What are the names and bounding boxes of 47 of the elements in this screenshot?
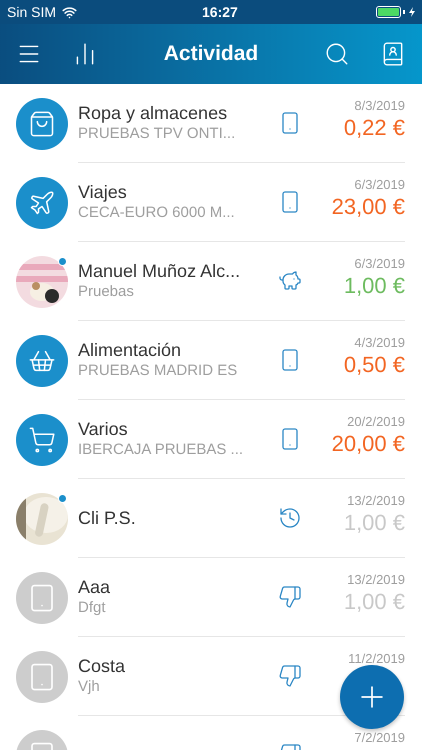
thumbs-down-icon [278, 664, 302, 688]
transaction-date: 6/3/2019 [354, 176, 405, 193]
clock-time: 16:27 [202, 2, 238, 22]
transaction-title: Aaa [78, 576, 112, 598]
transaction-row[interactable]: Alimentación PRUEBAS MADRID ES 4/3/2019 0,50 € [0, 321, 422, 400]
transaction-amount: 0,50 € [344, 351, 405, 379]
transaction-date: 11/2/2019 [348, 650, 405, 667]
transaction-title: Manuel Muñoz Alc... [78, 260, 242, 282]
transaction-amount: 1,00 € [344, 272, 405, 300]
bag-icon [28, 110, 56, 138]
transaction-date: 13/2/2019 [347, 571, 405, 588]
thumbs-down-icon [278, 585, 302, 609]
transaction-subtitle: Dfgt [78, 598, 107, 618]
transaction-title: Viajes [78, 181, 128, 203]
transaction-amount: 0,22 € [344, 114, 405, 142]
header-title: Actividad [162, 41, 260, 68]
transaction-row[interactable]: Viajes CECA-EURO 6000 M... 6/3/2019 23,00 € [0, 163, 422, 242]
carrier-label: Sin SIM [7, 2, 56, 22]
transaction-date: 20/2/2019 [347, 413, 405, 430]
transaction-subtitle: PRUEBAS MADRID ES [78, 361, 238, 381]
transaction-row[interactable]: Ropa y almacenes PRUEBAS TPV ONTI... 8/3/2019 0,22 € [0, 84, 422, 163]
clock-icon [278, 506, 302, 530]
transaction-subtitle: PRUEBAS TPV ONTI... [78, 124, 236, 144]
transaction-title: Ropa y almacenes [78, 102, 228, 124]
transaction-date: 8/3/2019 [354, 97, 405, 114]
add-button[interactable] [340, 665, 404, 729]
transaction-subtitle: IBERCAJA PRUEBAS ... [78, 440, 244, 460]
transaction-subtitle: Vjh [78, 677, 101, 697]
transaction-row[interactable]: Manuel Muñoz Alc... Pruebas 6/3/2019 1,00 € [0, 242, 422, 321]
transaction-row[interactable]: Varios IBERCAJA PRUEBAS ... 20/2/2019 20,00 € [0, 400, 422, 479]
transaction-date: 4/3/2019 [354, 334, 405, 351]
cart-icon [28, 426, 56, 454]
transaction-title: Cli P.S. [78, 507, 137, 529]
transaction-amount: 23,00 € [332, 193, 405, 221]
plane-icon [28, 188, 56, 216]
transaction-title: Alimentación [78, 339, 182, 361]
battery-icon [376, 6, 415, 18]
wifi-icon [62, 4, 78, 20]
transaction-title: Costa [78, 655, 126, 677]
search-icon[interactable] [324, 41, 350, 67]
transaction-date: 13/2/2019 [347, 492, 405, 509]
transaction-date: 6/3/2019 [354, 255, 405, 272]
transaction-subtitle: CECA-EURO 6000 M... [78, 203, 236, 223]
transaction-date: 7/2/2019 [354, 729, 405, 746]
transaction-amount: 20,00 € [332, 430, 405, 458]
transaction-title: Varios [78, 418, 129, 440]
transaction-subtitle: Pruebas [78, 282, 135, 302]
